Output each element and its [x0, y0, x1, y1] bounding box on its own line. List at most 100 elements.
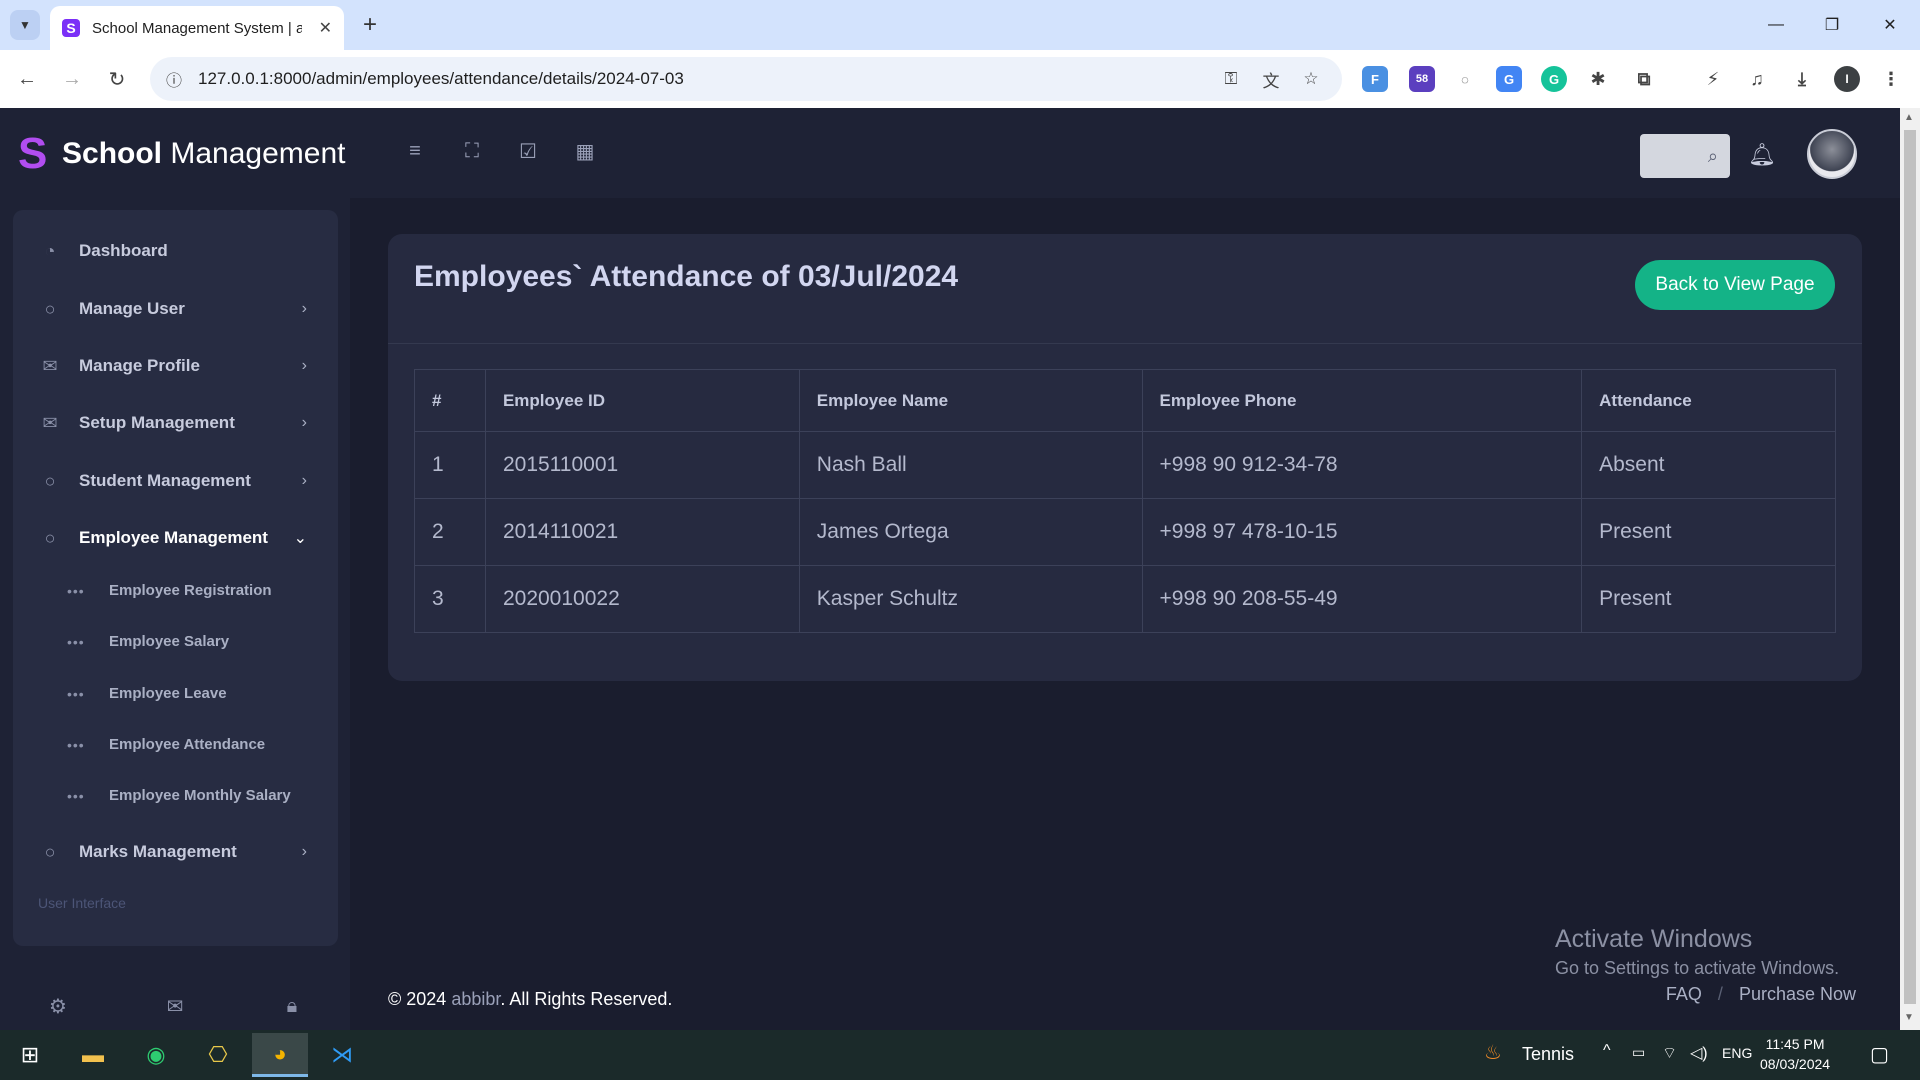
avatar[interactable]: [1807, 129, 1857, 179]
table-header-row: # Employee ID Employee Name Employee Pho…: [414, 369, 1836, 432]
divider: [388, 343, 1862, 344]
main-content: Employees` Attendance of 03/Jul/2024 Bac…: [350, 198, 1900, 1030]
wifi-icon[interactable]: ⌔: [1662, 1043, 1677, 1063]
scroll-down-arrow-icon[interactable]: ▼: [1904, 1012, 1914, 1023]
page-title: Employees` Attendance of 03/Jul/2024: [414, 260, 959, 293]
dots-icon: •••: [67, 685, 85, 702]
cell-employee-id: 2015110001: [484, 431, 800, 499]
file-explorer-icon[interactable]: ▬: [65, 1033, 121, 1077]
sidebar-item-manage-profile[interactable]: ✉ Manage Profile ›: [37, 353, 307, 379]
dots-icon: •••: [67, 787, 85, 804]
fullscreen-icon[interactable]: ⛶: [457, 136, 487, 166]
translate-icon[interactable]: 文: [1259, 67, 1283, 91]
battery-icon[interactable]: ▭: [1632, 1044, 1645, 1061]
sidebar-item-employee-management[interactable]: ○ Employee Management ⌄: [37, 525, 307, 551]
col-header-employee-phone: Employee Phone: [1141, 369, 1583, 432]
extension-circle-icon[interactable]: ◌: [1452, 66, 1478, 92]
grammarly-icon[interactable]: G: [1541, 66, 1567, 92]
sidebar-item-student-management[interactable]: ○ Student Management ›: [37, 468, 307, 494]
sidebar-item-manage-user[interactable]: ○ Manage User ›: [37, 296, 307, 322]
browser-tabbar: ▼ S School Management System | a ✕ + — ❐…: [0, 0, 1920, 50]
sidebar-subitem-employee-monthly-salary[interactable]: ••• Employee Monthly Salary: [67, 787, 291, 804]
cell-employee-name: James Ortega: [798, 498, 1143, 566]
chat-bubble-icon: ○: [44, 841, 56, 862]
restore-button[interactable]: ❐: [1808, 8, 1856, 42]
bug-icon[interactable]: ✱: [1585, 66, 1611, 92]
chevron-right-icon: ›: [301, 414, 307, 431]
col-header-index: #: [414, 369, 486, 432]
scroll-up-arrow-icon[interactable]: ▲: [1904, 112, 1914, 123]
performance-icon[interactable]: ⚡: [1700, 66, 1726, 92]
page-scrollbar[interactable]: ▲ ▼: [1900, 108, 1920, 1030]
back-arrow-icon[interactable]: ←: [12, 64, 42, 94]
activate-windows-watermark: Activate Windows Go to Settings to activ…: [1555, 925, 1840, 978]
new-tab-button[interactable]: +: [355, 10, 385, 40]
vscode-icon[interactable]: ⋊: [314, 1033, 370, 1077]
minimize-button[interactable]: —: [1752, 8, 1800, 42]
bell-icon[interactable]: 🔔︎: [1745, 138, 1779, 172]
weather-icon: ♨: [1484, 1042, 1502, 1064]
address-bar[interactable]: ⓘ 127.0.0.1:8000/admin/employees/attenda…: [150, 57, 1342, 101]
volume-icon[interactable]: ◁): [1690, 1043, 1708, 1063]
app-icon[interactable]: ⎔: [190, 1033, 246, 1077]
windows-start-icon[interactable]: ⊞: [2, 1033, 58, 1077]
cell-employee-name: Nash Ball: [798, 431, 1143, 499]
attendance-table: # Employee ID Employee Name Employee Pho…: [414, 369, 1836, 633]
dots-icon: •••: [67, 582, 85, 599]
sidebar-item-marks-management[interactable]: ○ Marks Management ›: [37, 839, 307, 865]
dots-icon: •••: [67, 633, 85, 650]
notification-icon[interactable]: ▢: [1870, 1042, 1889, 1067]
profile-avatar-icon[interactable]: I: [1834, 66, 1860, 92]
extension-icon[interactable]: F: [1362, 66, 1388, 92]
tab-search-button[interactable]: ▼: [10, 10, 40, 40]
chevron-up-icon[interactable]: ^: [1603, 1042, 1611, 1060]
hamburger-menu-icon[interactable]: ≡: [400, 136, 430, 166]
sidebar-subitem-employee-leave[interactable]: ••• Employee Leave: [67, 685, 227, 702]
cell-employee-phone: +998 97 478-10-15: [1141, 498, 1583, 566]
cell-attendance-status: Present: [1581, 565, 1836, 633]
kebab-menu-icon[interactable]: ⋮: [1878, 66, 1904, 92]
sidebar-subitem-employee-registration[interactable]: ••• Employee Registration: [67, 582, 272, 599]
chrome-icon[interactable]: ◕: [252, 1033, 308, 1077]
mail-icon[interactable]: ✉: [157, 988, 193, 1024]
edge-browser-icon[interactable]: ◉: [128, 1033, 184, 1077]
back-to-view-button[interactable]: Back to View Page: [1635, 260, 1835, 310]
puzzle-icon[interactable]: ⧉: [1631, 66, 1657, 92]
section-label: User Interface: [38, 895, 126, 911]
s-logo-icon: S: [18, 129, 48, 178]
media-control-icon[interactable]: ♫: [1744, 66, 1770, 92]
browser-tab-active[interactable]: S School Management System | a ✕: [50, 6, 344, 50]
search-input[interactable]: ⌕: [1640, 134, 1730, 178]
weather-label[interactable]: Tennis: [1522, 1044, 1574, 1065]
download-icon[interactable]: ⤓: [1789, 66, 1815, 92]
google-translate-icon[interactable]: G: [1496, 66, 1522, 92]
sidebar-item-dashboard[interactable]: ◔ Dashboard: [37, 238, 307, 264]
close-icon[interactable]: ✕: [319, 18, 332, 38]
scroll-thumb[interactable]: [1904, 130, 1916, 1004]
language-indicator[interactable]: ENG: [1722, 1045, 1752, 1061]
cell-employee-phone: +998 90 912-34-78: [1141, 431, 1583, 499]
sidebar-subitem-employee-attendance[interactable]: ••• Employee Attendance: [67, 736, 265, 753]
forward-arrow-icon[interactable]: →: [57, 64, 87, 94]
lock-icon[interactable]: 🔒︎: [274, 988, 310, 1024]
calendar-icon[interactable]: ▦: [570, 136, 600, 166]
password-key-icon[interactable]: ⚿: [1219, 67, 1243, 91]
system-clock[interactable]: 11:45 PM 08/03/2024: [1760, 1034, 1830, 1074]
chevron-right-icon: ›: [301, 357, 307, 374]
chevron-right-icon: ›: [301, 300, 307, 317]
brand-logo[interactable]: S School Management: [18, 132, 345, 176]
footer-brand-link[interactable]: abbibr: [451, 989, 500, 1009]
reload-icon[interactable]: ↻: [102, 64, 132, 94]
bookmark-star-icon[interactable]: ☆: [1299, 67, 1323, 91]
footer-link-faq[interactable]: FAQ: [1666, 984, 1702, 1004]
sidebar-item-setup-management[interactable]: ✉ Setup Management ›: [37, 410, 307, 436]
extension-badge-icon[interactable]: 58: [1409, 66, 1435, 92]
cell-index: 3: [414, 565, 486, 633]
gear-icon[interactable]: ⚙: [40, 988, 76, 1024]
footer-link-purchase[interactable]: Purchase Now: [1739, 984, 1856, 1004]
app-favicon-icon: S: [62, 19, 80, 37]
close-window-button[interactable]: ✕: [1866, 8, 1914, 42]
checkbox-icon[interactable]: ☑: [513, 136, 543, 166]
sidebar-subitem-employee-salary[interactable]: ••• Employee Salary: [67, 633, 229, 650]
site-info-icon[interactable]: ⓘ: [166, 67, 182, 91]
